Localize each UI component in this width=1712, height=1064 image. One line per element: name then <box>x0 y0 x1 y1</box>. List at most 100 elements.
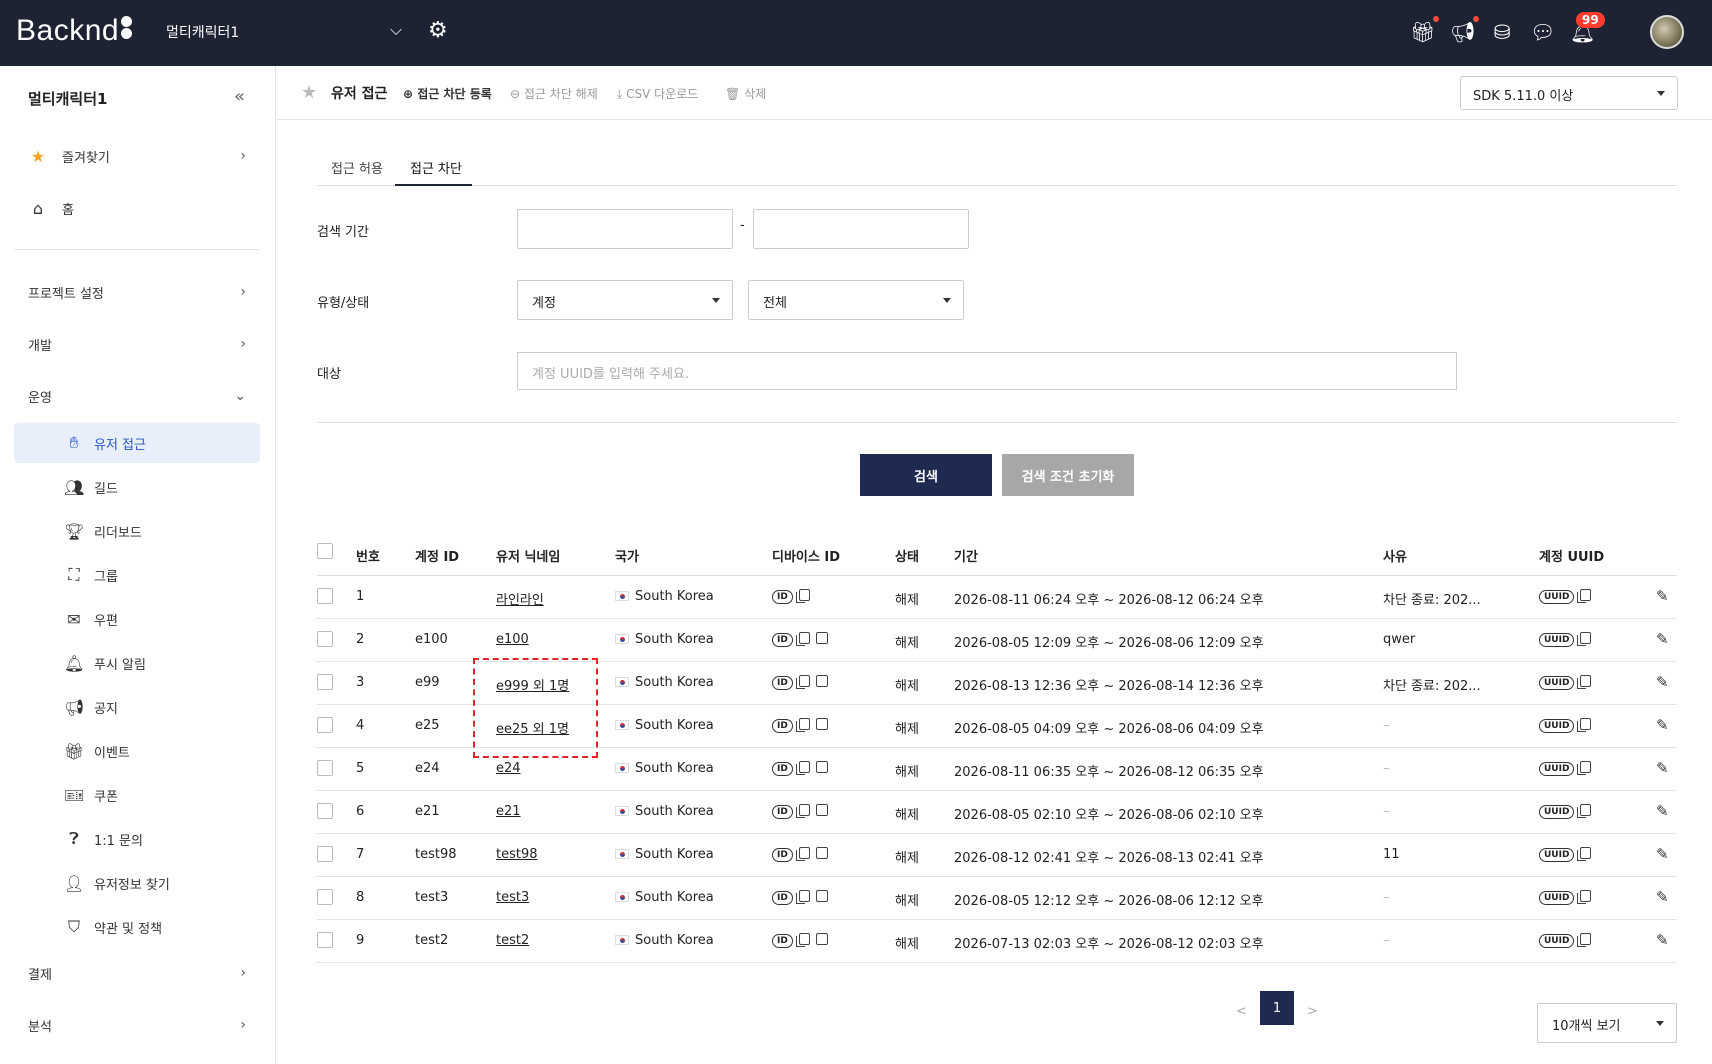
row-checkbox[interactable] <box>317 803 333 819</box>
copy-icon[interactable] <box>795 933 810 947</box>
id-badge-icon[interactable]: ID <box>772 848 793 862</box>
uuid-badge-icon[interactable]: UUID <box>1539 934 1575 948</box>
register-block-button[interactable]: ⊕ 접근 차단 등록 <box>403 85 492 102</box>
backnd-logo[interactable]: Backnd <box>16 14 133 48</box>
sidebar-item-terms[interactable]: ⛉ 약관 및 정책 <box>14 907 260 947</box>
sidebar-item-push[interactable]: 🔔︎ 푸시 알림 <box>14 643 260 683</box>
copy-icon[interactable] <box>795 804 810 818</box>
favorite-star-icon[interactable]: ★ <box>301 82 317 103</box>
sdk-version-select[interactable]: SDK 5.11.0 이상 <box>1460 76 1678 110</box>
uuid-badge-icon[interactable]: UUID <box>1539 762 1575 776</box>
sidebar-item-inquiry[interactable]: ❓︎ 1:1 문의 <box>14 819 260 859</box>
chevron-down-icon[interactable]: ⌵ <box>390 20 402 40</box>
sidebar-item-development[interactable]: 개발 › <box>14 324 260 364</box>
csv-download-button[interactable]: ⤓ CSV 다운로드 <box>617 85 698 102</box>
note-icon[interactable] <box>815 890 828 902</box>
edit-icon[interactable]: ✎ <box>1656 888 1669 906</box>
copy-icon[interactable] <box>795 589 810 603</box>
gear-icon[interactable]: ⚙ <box>428 18 448 43</box>
nickname-link[interactable]: e100 <box>496 632 529 647</box>
uuid-badge-icon[interactable]: UUID <box>1539 848 1575 862</box>
row-checkbox[interactable] <box>317 588 333 604</box>
id-badge-icon[interactable]: ID <box>772 891 793 905</box>
copy-icon[interactable] <box>795 718 810 732</box>
tab-access-block[interactable]: 접근 차단 <box>410 158 462 177</box>
copy-icon[interactable] <box>1577 890 1592 904</box>
copy-icon[interactable] <box>795 890 810 904</box>
copy-icon[interactable] <box>795 761 810 775</box>
row-checkbox[interactable] <box>317 674 333 690</box>
copy-icon[interactable] <box>1577 933 1592 947</box>
sidebar-item-user-access[interactable]: ✋︎ 유저 접근 <box>14 423 260 463</box>
copy-icon[interactable] <box>795 632 810 646</box>
sidebar-item-home[interactable]: ⌂ 홈 <box>14 188 260 228</box>
reset-filters-button[interactable]: 검색 조건 초기화 <box>1002 454 1134 496</box>
note-icon[interactable] <box>815 761 828 773</box>
edit-icon[interactable]: ✎ <box>1656 802 1669 820</box>
period-start-input[interactable] <box>517 209 733 249</box>
uuid-search-input[interactable]: 계정 UUID를 입력해 주세요. <box>517 352 1457 390</box>
note-icon[interactable] <box>815 933 828 945</box>
id-badge-icon[interactable]: ID <box>772 805 793 819</box>
select-all-checkbox[interactable] <box>317 543 333 559</box>
uuid-badge-icon[interactable]: UUID <box>1539 805 1575 819</box>
megaphone-icon[interactable]: 📢︎ <box>1450 20 1475 44</box>
copy-icon[interactable] <box>1577 804 1592 818</box>
sidebar-item-leaderboard[interactable]: 🏆︎ 리더보드 <box>14 511 260 551</box>
row-checkbox[interactable] <box>317 889 333 905</box>
id-badge-icon[interactable]: ID <box>772 676 793 690</box>
period-end-input[interactable] <box>753 209 969 249</box>
sidebar-item-notice[interactable]: 📢︎ 공지 <box>14 687 260 727</box>
sidebar-item-coupon[interactable]: 🎫︎ 쿠폰 <box>14 775 260 815</box>
row-checkbox[interactable] <box>317 631 333 647</box>
uuid-badge-icon[interactable]: UUID <box>1539 590 1575 604</box>
copy-icon[interactable] <box>1577 589 1592 603</box>
sidebar-item-analytics[interactable]: 분석 › <box>14 1005 260 1045</box>
sidebar-item-favorites[interactable]: ★ 즐겨찾기 › <box>14 136 260 176</box>
copy-icon[interactable] <box>795 675 810 689</box>
edit-icon[interactable]: ✎ <box>1656 716 1669 734</box>
sidebar-item-group[interactable]: ⛶ 그룹 <box>14 555 260 595</box>
copy-icon[interactable] <box>1577 675 1592 689</box>
delete-button[interactable]: 🗑︎ 삭제 <box>725 85 766 102</box>
current-page-button[interactable]: 1 <box>1260 991 1294 1025</box>
id-badge-icon[interactable]: ID <box>772 934 793 948</box>
release-block-button[interactable]: ⊖ 접근 차단 해제 <box>510 85 598 102</box>
sidebar-item-mail[interactable]: ✉ 우편 <box>14 599 260 639</box>
uuid-badge-icon[interactable]: UUID <box>1539 633 1575 647</box>
note-icon[interactable] <box>815 632 828 644</box>
uuid-badge-icon[interactable]: UUID <box>1539 891 1575 905</box>
type-select[interactable]: 계정 <box>517 280 733 320</box>
id-badge-icon[interactable]: ID <box>772 633 793 647</box>
uuid-badge-icon[interactable]: UUID <box>1539 676 1575 690</box>
nickname-link[interactable]: test98 <box>496 847 538 862</box>
copy-icon[interactable] <box>795 847 810 861</box>
project-selector[interactable]: 멀티캐릭터1 <box>166 22 239 42</box>
row-checkbox[interactable] <box>317 932 333 948</box>
note-icon[interactable] <box>815 718 828 730</box>
note-icon[interactable] <box>815 847 828 859</box>
nickname-link[interactable]: e21 <box>496 804 521 819</box>
nickname-link[interactable]: test3 <box>496 890 529 905</box>
copy-icon[interactable] <box>1577 632 1592 646</box>
nickname-link[interactable]: 라인라인 <box>496 589 544 608</box>
tab-access-allow[interactable]: 접근 허용 <box>331 158 383 177</box>
row-checkbox[interactable] <box>317 846 333 862</box>
status-select[interactable]: 전체 <box>748 280 964 320</box>
edit-icon[interactable]: ✎ <box>1656 931 1669 949</box>
sidebar-item-user-search[interactable]: 👤︎ 유저정보 찾기 <box>14 863 260 903</box>
sidebar-item-operations[interactable]: 운영 ⌄ <box>14 376 260 416</box>
sidebar-item-guild[interactable]: 👥︎ 길드 <box>14 467 260 507</box>
next-page-button[interactable]: > <box>1307 1004 1318 1019</box>
row-checkbox[interactable] <box>317 717 333 733</box>
page-size-select[interactable]: 10개씩 보기 <box>1537 1003 1677 1043</box>
nickname-link[interactable]: test2 <box>496 933 529 948</box>
coin-icon[interactable]: ⛁ <box>1490 20 1514 44</box>
collapse-sidebar-icon[interactable]: « <box>234 86 245 107</box>
edit-icon[interactable]: ✎ <box>1656 759 1669 777</box>
sidebar-item-project-settings[interactable]: 프로젝트 설정 › <box>14 272 260 312</box>
id-badge-icon[interactable]: ID <box>772 719 793 733</box>
sidebar-item-payment[interactable]: 결제 › <box>14 953 260 993</box>
user-avatar[interactable] <box>1650 15 1684 49</box>
sidebar-item-event[interactable]: 🎁︎ 이벤트 <box>14 731 260 771</box>
